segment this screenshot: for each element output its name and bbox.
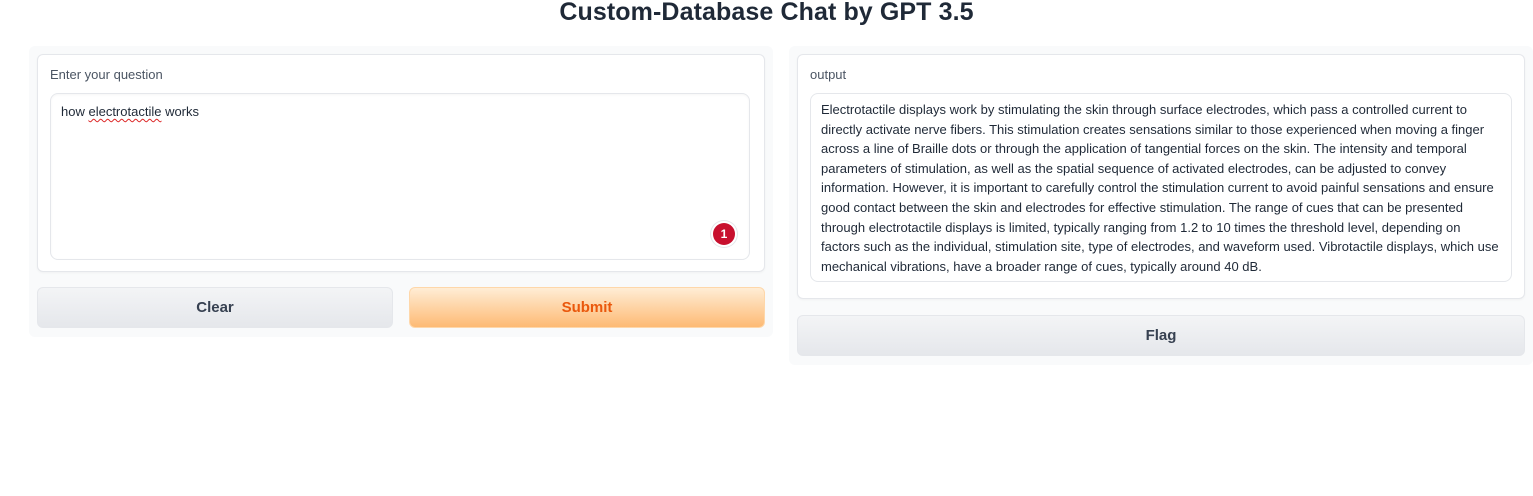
output-textbox[interactable]: Electrotactile displays work by stimulat…: [810, 93, 1512, 282]
extension-badge-icon[interactable]: 1: [713, 223, 735, 245]
flag-button[interactable]: Flag: [797, 315, 1525, 356]
clear-button[interactable]: Clear: [37, 287, 393, 328]
output-panel: output Electrotactile displays work by s…: [789, 46, 1533, 365]
question-text-prefix: how: [61, 104, 89, 119]
submit-button[interactable]: Submit: [409, 287, 765, 328]
question-input[interactable]: how electrotactile works 1: [50, 93, 750, 260]
question-label: Enter your question: [50, 67, 163, 82]
input-panel: Enter your question how electrotactile w…: [29, 46, 773, 337]
app-page: Custom-Database Chat by GPT 3.5 Enter yo…: [0, 0, 1533, 496]
output-label: output: [810, 67, 847, 82]
question-text-suffix: works: [161, 104, 200, 119]
output-block: output Electrotactile displays work by s…: [797, 54, 1525, 299]
question-block: Enter your question how electrotactile w…: [37, 54, 765, 272]
page-title: Custom-Database Chat by GPT 3.5: [559, 0, 974, 26]
question-text-misspelled: electrotactile: [88, 104, 162, 119]
